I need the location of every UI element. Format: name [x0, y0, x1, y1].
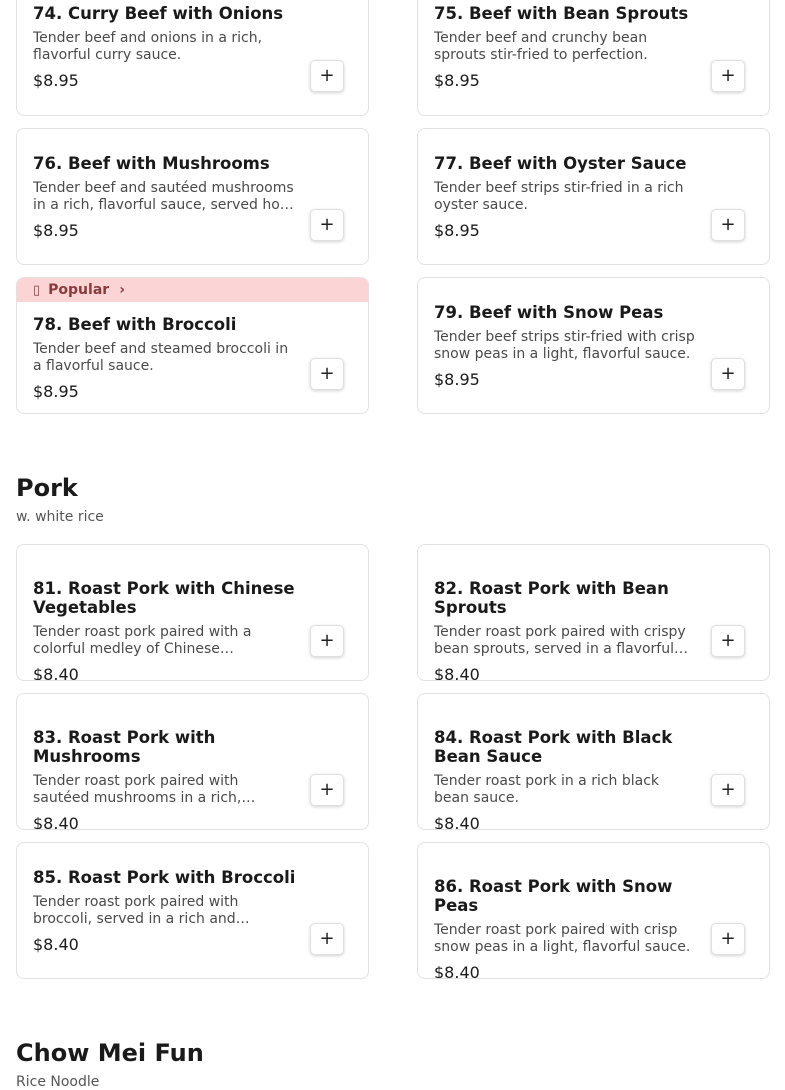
menu-item-description: Tender beef and crunchy bean sprouts sti…: [434, 30, 648, 63]
menu-item-content: 75. Beef with Bean Sprouts Tender beef a…: [434, 0, 697, 115]
menu-item-card[interactable]: 84. Roast Pork with Black Bean Sauce Ten…: [417, 693, 770, 830]
menu-item-title: 82. Roast Pork with Bean Sprouts: [434, 579, 669, 617]
menu-item-description: Tender beef and steamed broccoli in a fl…: [33, 340, 289, 374]
menu-item-description: Tender beef strips stir-fried in a rich …: [434, 179, 684, 213]
menu-item-description: Tender beef and onions in a rich, flavor…: [33, 30, 263, 63]
add-to-cart-button[interactable]: +: [711, 209, 745, 241]
section-subtitle-pork: w. white rice: [16, 509, 104, 525]
menu-item-price: $8.40: [33, 814, 79, 830]
menu-item-title: 75. Beef with Bean Sprouts: [434, 4, 689, 23]
add-to-cart-button[interactable]: +: [310, 774, 344, 806]
menu-item-description: Tender roast pork paired with crisp snow…: [434, 922, 691, 955]
menu-item-price: $8.40: [434, 814, 480, 830]
popular-badge-label: Popular: [48, 282, 110, 298]
menu-item-title: 74. Curry Beef with Onions: [33, 4, 284, 23]
add-to-cart-button[interactable]: +: [310, 209, 344, 241]
menu-item-card[interactable]: 82. Roast Pork with Bean Sprouts Tender …: [417, 544, 770, 681]
section-title-pork: Pork: [16, 474, 78, 502]
menu-item-content: 79. Beef with Snow Peas Tender beef stri…: [434, 278, 697, 413]
menu-item-content: 85. Roast Pork with Broccoli Tender roas…: [33, 843, 296, 978]
add-to-cart-button[interactable]: +: [310, 625, 344, 657]
menu-item-content: 84. Roast Pork with Black Bean Sauce Ten…: [434, 728, 697, 830]
popular-badge[interactable]: ▯ Popular ›: [17, 278, 368, 302]
menu-item-content: 74. Curry Beef with Onions Tender beef a…: [33, 0, 296, 115]
menu-item-content: 86. Roast Pork with Snow Peas Tender roa…: [434, 877, 697, 979]
menu-item-title: 84. Roast Pork with Black Bean Sauce: [434, 728, 673, 766]
menu-item-price: $8.95: [434, 71, 480, 90]
menu-item-price: $8.40: [33, 934, 79, 954]
popular-icon: ▯: [33, 282, 41, 298]
menu-item-price: $8.95: [33, 381, 79, 401]
menu-item-title: 83. Roast Pork with Mushrooms: [33, 728, 216, 766]
menu-item-content: 76. Beef with Mushrooms Tender beef and …: [33, 129, 296, 264]
menu-item-description: Tender roast pork paired with broccoli, …: [33, 893, 250, 927]
menu-item-card[interactable]: 75. Beef with Bean Sprouts Tender beef a…: [417, 0, 770, 116]
menu-item-description: Tender roast pork paired with sautéed mu…: [33, 773, 256, 806]
menu-item-card[interactable]: ▯ Popular › 78. Beef with Broccoli Tende…: [16, 277, 369, 414]
add-to-cart-button[interactable]: +: [310, 358, 344, 390]
menu-item-card[interactable]: 85. Roast Pork with Broccoli Tender roas…: [16, 842, 369, 979]
menu-item-content: 81. Roast Pork with Chinese Vegetables T…: [33, 579, 296, 681]
menu-item-description: Tender roast pork paired with crispy bea…: [434, 624, 688, 657]
section-subtitle-chow-mei-fun: Rice Noodle: [16, 1074, 100, 1090]
menu-item-card[interactable]: 76. Beef with Mushrooms Tender beef and …: [16, 128, 369, 265]
add-to-cart-button[interactable]: +: [711, 60, 745, 92]
menu-item-title: 77. Beef with Oyster Sauce: [434, 153, 687, 173]
add-to-cart-button[interactable]: +: [711, 774, 745, 806]
menu-item-description: Tender roast pork paired with a colorful…: [33, 624, 252, 657]
menu-item-content: 78. Beef with Broccoli Tender beef and s…: [33, 302, 296, 413]
add-to-cart-button[interactable]: +: [711, 625, 745, 657]
chevron-right-icon: ›: [119, 282, 125, 298]
section-title-chow-mei-fun: Chow Mei Fun: [16, 1039, 204, 1067]
menu-item-card[interactable]: 74. Curry Beef with Onions Tender beef a…: [16, 0, 369, 116]
menu-item-title: 85. Roast Pork with Broccoli: [33, 867, 296, 887]
menu-item-price: $8.40: [434, 665, 480, 681]
menu-item-card[interactable]: 79. Beef with Snow Peas Tender beef stri…: [417, 277, 770, 414]
add-to-cart-button[interactable]: +: [711, 358, 745, 390]
menu-item-card[interactable]: 77. Beef with Oyster Sauce Tender beef s…: [417, 128, 770, 265]
menu-item-title: 81. Roast Pork with Chinese Vegetables: [33, 579, 295, 617]
menu-item-content: 83. Roast Pork with Mushrooms Tender roa…: [33, 728, 296, 830]
menu-item-title: 86. Roast Pork with Snow Peas: [434, 877, 673, 915]
menu-page: 74. Curry Beef with Onions Tender beef a…: [0, 0, 785, 1090]
add-to-cart-button[interactable]: +: [310, 923, 344, 955]
menu-item-card[interactable]: 81. Roast Pork with Chinese Vegetables T…: [16, 544, 369, 681]
menu-item-card[interactable]: 83. Roast Pork with Mushrooms Tender roa…: [16, 693, 369, 830]
menu-item-title: 78. Beef with Broccoli: [33, 314, 237, 334]
menu-item-card[interactable]: 86. Roast Pork with Snow Peas Tender roa…: [417, 842, 770, 979]
menu-item-price: $8.95: [33, 220, 79, 240]
menu-item-description: Tender beef strips stir-fried with crisp…: [434, 328, 695, 362]
menu-item-title: 79. Beef with Snow Peas: [434, 302, 664, 322]
menu-item-price: $8.95: [33, 71, 79, 90]
menu-item-description: Tender roast pork in a rich black bean s…: [434, 773, 660, 806]
menu-item-price: $8.95: [434, 220, 480, 240]
menu-item-content: 77. Beef with Oyster Sauce Tender beef s…: [434, 129, 697, 264]
menu-item-description: Tender beef and sautéed mushrooms in a r…: [33, 179, 294, 213]
add-to-cart-button[interactable]: +: [310, 60, 344, 92]
menu-item-price: $8.40: [33, 665, 79, 681]
add-to-cart-button[interactable]: +: [711, 923, 745, 955]
menu-item-title: 76. Beef with Mushrooms: [33, 153, 270, 173]
menu-item-price: $8.40: [434, 963, 480, 979]
menu-item-content: 82. Roast Pork with Bean Sprouts Tender …: [434, 579, 697, 681]
menu-item-price: $8.95: [434, 369, 480, 389]
